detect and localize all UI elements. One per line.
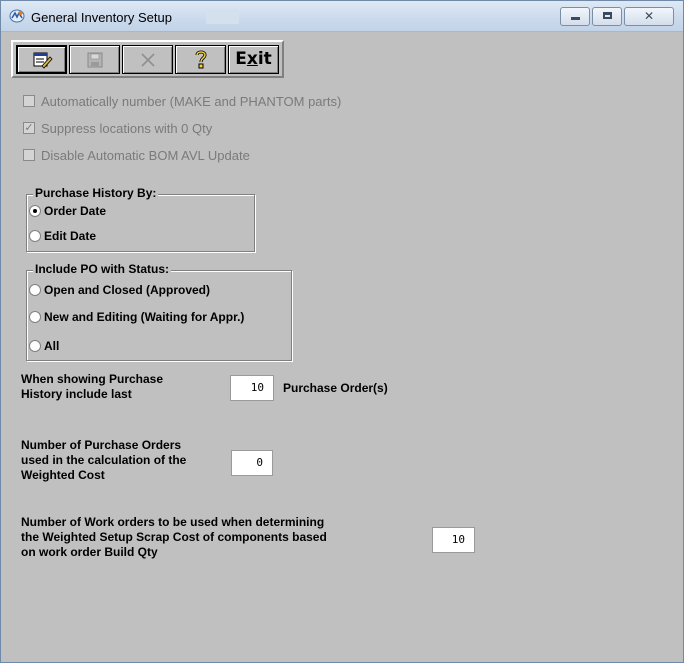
purchase-history-group: Purchase History By: Order Date Edit Dat… — [26, 186, 255, 252]
close-button[interactable]: ✕ — [624, 7, 674, 26]
minimize-button[interactable] — [560, 7, 590, 26]
setup-window: General Inventory Setup ✕ Exit Automatic… — [0, 0, 684, 663]
radio-edit-date-label: Edit Date — [44, 229, 97, 243]
history-count-label-line1: When showing Purchase — [21, 372, 164, 386]
work-orders-label-line3: on work order Build Qty — [21, 545, 158, 559]
help-icon — [195, 50, 207, 69]
suppress-locations-label: Suppress locations with 0 Qty — [41, 121, 213, 136]
x-icon — [141, 53, 155, 67]
edit-icon — [33, 52, 53, 69]
title-blank-area — [206, 9, 239, 24]
suppress-locations-checkbox[interactable]: ✓ Suppress locations with 0 Qty — [23, 121, 423, 137]
auto-number-checkbox[interactable]: Automatically number (MAKE and PHANTOM p… — [23, 94, 423, 110]
cancel-button[interactable] — [122, 45, 173, 74]
disable-bom-avl-check-box[interactable] — [23, 149, 35, 161]
radio-order-date-label: Order Date — [44, 204, 107, 218]
weighted-cost-input[interactable]: 0 — [231, 450, 273, 476]
radio-order-date-dot[interactable] — [29, 205, 41, 217]
weighted-cost-label-line3: Weighted Cost — [21, 468, 105, 482]
po-status-group: Include PO with Status: Open and Closed … — [26, 262, 292, 361]
window-title: General Inventory Setup — [31, 10, 172, 25]
suppress-locations-check-box[interactable]: ✓ — [23, 122, 35, 134]
close-icon: ✕ — [643, 9, 655, 23]
app-logo-icon — [9, 9, 25, 23]
po-status-title: Include PO with Status: — [33, 262, 172, 276]
history-count-suffix: Purchase Order(s) — [283, 381, 388, 395]
auto-number-check-box[interactable] — [23, 95, 35, 107]
history-count-label: When showing Purchase History include la… — [21, 372, 163, 402]
disable-bom-avl-checkbox[interactable]: Disable Automatic BOM AVL Update — [23, 148, 423, 164]
radio-open-closed-dot[interactable] — [29, 284, 41, 296]
maximize-button[interactable] — [592, 7, 622, 26]
title-bar[interactable]: General Inventory Setup ✕ — [1, 1, 683, 32]
radio-all-label: All — [44, 339, 60, 353]
exit-button[interactable]: Exit — [228, 45, 279, 74]
save-icon — [87, 52, 103, 68]
exit-button-label: Exit — [235, 49, 272, 69]
history-count-input[interactable]: 10 — [230, 375, 274, 401]
weighted-cost-label-line2: used in the calculation of the — [21, 453, 187, 467]
radio-open-closed-label: Open and Closed (Approved) — [44, 283, 211, 297]
work-orders-label-line2: the Weighted Setup Scrap Cost of compone… — [21, 530, 327, 544]
work-orders-input[interactable]: 10 — [432, 527, 475, 553]
history-count-label-line2: History include last — [21, 387, 132, 401]
save-button[interactable] — [69, 45, 120, 74]
radio-new-editing-label: New and Editing (Waiting for Appr.) — [44, 310, 245, 324]
maximize-icon — [603, 12, 612, 19]
weighted-cost-label: Number of Purchase Orders used in the ca… — [21, 438, 186, 483]
radio-all-dot[interactable] — [29, 340, 41, 352]
work-orders-label-line1: Number of Work orders to be used when de… — [21, 515, 325, 529]
work-orders-label: Number of Work orders to be used when de… — [21, 515, 327, 560]
help-button[interactable] — [175, 45, 226, 74]
radio-new-editing-dot[interactable] — [29, 311, 41, 323]
edit-button[interactable] — [16, 45, 67, 74]
purchase-history-title: Purchase History By: — [33, 186, 159, 200]
disable-bom-avl-label: Disable Automatic BOM AVL Update — [41, 148, 250, 163]
minimize-icon — [571, 17, 580, 20]
weighted-cost-label-line1: Number of Purchase Orders — [21, 438, 182, 452]
auto-number-label: Automatically number (MAKE and PHANTOM p… — [41, 94, 342, 109]
toolbar: Exit — [11, 40, 284, 78]
radio-edit-date-dot[interactable] — [29, 230, 41, 242]
